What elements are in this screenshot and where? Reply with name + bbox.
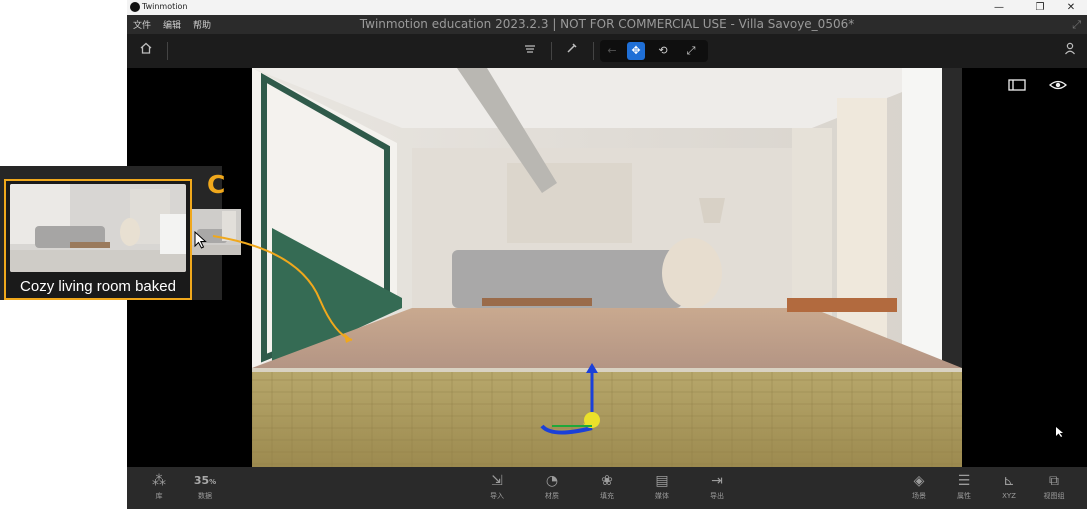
xyz-button[interactable]: ⊾ XYZ [989,473,1029,501]
rotate-icon[interactable]: ⟲ [654,42,672,60]
menu-edit[interactable]: 编辑 [163,18,181,31]
viewport[interactable] [127,68,1087,467]
properties-icon: ☰ [957,473,971,489]
library-button[interactable]: ⁂ 库 [139,473,179,501]
app-window: Twinmotion — ❐ ✕ Twinmotion education 20… [127,0,1087,509]
panel-toggle-icon[interactable] [1007,78,1027,98]
eyedropper-icon[interactable] [562,41,582,61]
material-button[interactable]: ◔ 材质 [532,473,572,501]
navigation-mode-group: ← ✥ ⟲ ⤢ [600,40,708,62]
bottom-bar: ⁂ 库 35% 数据 ⇲ 导入 ◔ 材质 ❀ 填充 ▤ 媒体 ⇥ 导出 ◈ 场景… [127,467,1087,509]
close-button[interactable]: ✕ [1056,0,1086,15]
asset-thumbnail-image [10,184,186,272]
export-button[interactable]: ⇥ 导出 [697,473,737,501]
asset-thumbnail-card[interactable]: Cozy living room baked [4,179,192,300]
home-icon[interactable] [136,41,156,61]
material-icon: ◔ [545,473,559,489]
layers-icon[interactable] [520,41,540,61]
import-icon: ⇲ [491,473,503,489]
restore-button[interactable]: ❐ [1025,0,1055,15]
minimize-button[interactable]: — [984,0,1014,15]
view-group-icon: ⧉ [1049,473,1059,489]
media-button[interactable]: ▤ 媒体 [642,473,682,501]
move-icon[interactable]: ✥ [627,42,645,60]
fps-unit: % [209,478,217,486]
media-icon: ▤ [655,473,669,489]
fps-value: 35 [193,474,210,487]
fill-button[interactable]: ❀ 填充 [587,473,627,501]
library-icon: ⁂ [152,473,166,489]
fullscreen-expand-icon[interactable]: ⤢ [1072,18,1081,32]
back-arrow-icon[interactable]: ← [603,42,621,60]
import-button[interactable]: ⇲ 导入 [477,473,517,501]
asset-thumbnail-label: Cozy living room baked [20,278,176,295]
mouse-cursor-icon [1050,425,1070,445]
properties-button[interactable]: ☰ 属性 [944,473,984,501]
view-group-button[interactable]: ⧉ 视图组 [1034,473,1074,501]
app-name: Twinmotion [142,2,188,11]
step-letter: C [207,170,226,199]
menu-file[interactable]: 文件 [133,18,151,31]
fill-icon: ❀ [601,473,613,489]
xyz-axis-icon: ⊾ [1003,473,1015,489]
cursor-arrow-icon [194,231,207,249]
scale-icon[interactable]: ⤢ [682,42,700,60]
scene-icon: ◈ [913,473,925,489]
fps-label: 数据 [198,492,212,500]
menu-bar: Twinmotion education 2023.2.3 | NOT FOR … [127,15,1087,34]
title-bar: Twinmotion — ❐ ✕ [127,0,1087,15]
fps-stats[interactable]: 35% 数据 [185,473,225,501]
document-title: Twinmotion education 2023.2.3 | NOT FOR … [359,17,855,31]
export-icon: ⇥ [711,473,723,489]
scene-render[interactable] [252,68,962,467]
user-account-icon[interactable] [1060,41,1080,61]
scene-button[interactable]: ◈ 场景 [899,473,939,501]
menu-help[interactable]: 帮助 [193,18,211,31]
eye-icon[interactable] [1048,78,1068,98]
toolbar: ← ✥ ⟲ ⤢ [127,34,1087,68]
twinmotion-logo-icon [130,2,140,12]
